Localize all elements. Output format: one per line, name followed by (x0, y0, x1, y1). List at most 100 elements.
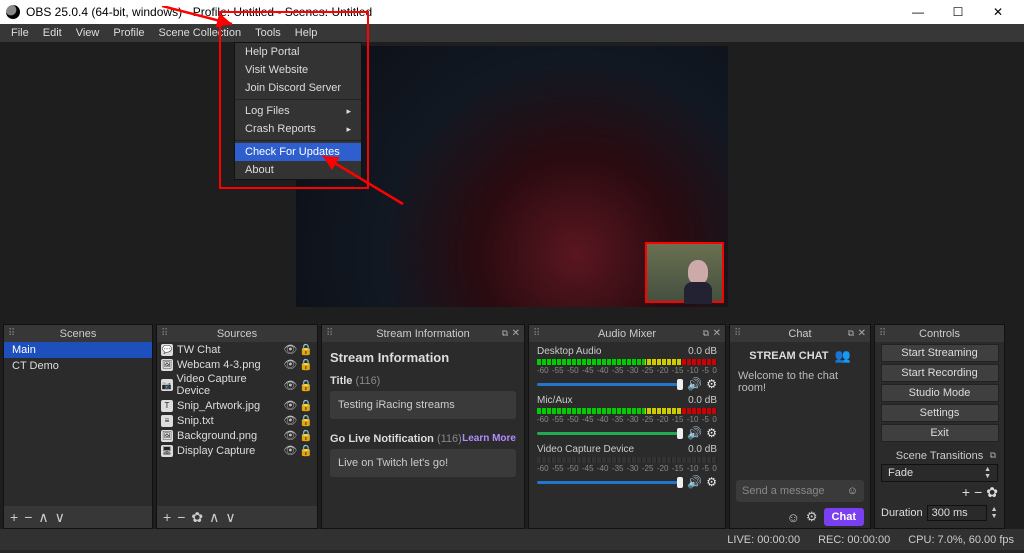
scene-up-button[interactable]: ∧ (38, 509, 48, 526)
exit-button[interactable]: Exit (881, 424, 999, 442)
gear-icon[interactable]: ⚙ (706, 426, 717, 440)
help-menu-log-files[interactable]: Log Files▸ (235, 102, 361, 120)
visibility-icon[interactable]: 👁 (283, 429, 297, 442)
source-row[interactable]: 💬TW Chat👁🔒 (157, 342, 317, 357)
close-icon[interactable]: ✕ (858, 328, 866, 339)
start-recording-button[interactable]: Start Recording (881, 364, 999, 382)
select-spinner[interactable]: ▲▼ (984, 466, 991, 480)
source-row[interactable]: 🖥Display Capture👁🔒 (157, 443, 317, 458)
controls-header[interactable]: ⠿Controls (875, 325, 1004, 342)
chat-body: STREAM CHAT 👥 Welcome to the chat room! … (730, 342, 870, 528)
source-down-button[interactable]: ∨ (225, 509, 235, 526)
emote-button[interactable]: ☺ (787, 510, 800, 525)
chat-send-button[interactable]: Chat (824, 508, 864, 526)
visibility-icon[interactable]: 👁 (283, 399, 297, 412)
speaker-icon[interactable]: 🔊 (687, 475, 702, 489)
visibility-icon[interactable]: 👁 (283, 444, 297, 457)
scene-down-button[interactable]: ∨ (55, 509, 65, 526)
chat-settings-button[interactable]: ⚙ (806, 509, 818, 525)
source-row[interactable]: 🖼Webcam 4-3.png👁🔒 (157, 357, 317, 372)
sources-list[interactable]: 💬TW Chat👁🔒🖼Webcam 4-3.png👁🔒📷Video Captur… (157, 342, 317, 506)
menu-help[interactable]: Help (288, 25, 325, 41)
gear-icon[interactable]: ⚙ (706, 377, 717, 391)
lock-icon[interactable]: 🔒 (299, 444, 313, 457)
source-row[interactable]: 📷Video Capture Device👁🔒 (157, 372, 317, 398)
source-up-button[interactable]: ∧ (209, 509, 219, 526)
volume-slider[interactable] (537, 432, 683, 435)
volume-slider[interactable] (537, 481, 683, 484)
settings-button[interactable]: Settings (881, 404, 999, 422)
source-remove-button[interactable]: − (177, 509, 185, 525)
maximize-button[interactable]: ☐ (938, 0, 978, 24)
source-props-button[interactable]: ✿ (191, 509, 203, 526)
volume-slider[interactable] (537, 383, 683, 386)
lock-icon[interactable]: 🔒 (299, 399, 313, 412)
transition-props-button[interactable]: ✿ (986, 484, 998, 501)
studio-mode-button[interactable]: Studio Mode (881, 384, 999, 402)
visibility-icon[interactable]: 👁 (283, 343, 297, 356)
duration-input[interactable] (927, 505, 987, 521)
help-menu-about[interactable]: About (235, 161, 361, 179)
scenes-list[interactable]: MainCT Demo (4, 342, 152, 506)
scene-add-button[interactable]: + (10, 509, 18, 525)
duration-spinner[interactable]: ▲▼ (991, 506, 998, 520)
learn-more-link[interactable]: Learn More (462, 433, 516, 444)
level-meter (537, 457, 717, 463)
lock-icon[interactable]: 🔒 (299, 429, 313, 442)
lock-icon[interactable]: 🔒 (299, 379, 313, 392)
mixer-header[interactable]: ⠿Audio Mixer ⧉ ✕ (529, 325, 725, 342)
scene-row[interactable]: CT Demo (4, 358, 152, 374)
menu-file[interactable]: File (4, 25, 36, 41)
preview-area[interactable] (0, 42, 1024, 321)
source-row[interactable]: ≡Snip.txt👁🔒 (157, 413, 317, 428)
help-menu-visit-website[interactable]: Visit Website (235, 61, 361, 79)
help-menu-help-portal[interactable]: Help Portal (235, 43, 361, 61)
lock-icon[interactable]: 🔒 (299, 358, 313, 371)
title-field[interactable]: Testing iRacing streams (330, 391, 516, 419)
help-menu-join-discord-server[interactable]: Join Discord Server (235, 79, 361, 97)
menu-scene-collection[interactable]: Scene Collection (152, 25, 249, 41)
scene-remove-button[interactable]: − (24, 509, 32, 525)
lock-icon[interactable]: 🔒 (299, 414, 313, 427)
popout-icon[interactable]: ⧉ (990, 450, 996, 461)
close-button[interactable]: ✕ (978, 0, 1018, 24)
sources-header[interactable]: ⠿Sources (157, 325, 317, 342)
scene-row[interactable]: Main (4, 342, 152, 358)
chat-header[interactable]: ⠿Chat ⧉ ✕ (730, 325, 870, 342)
mixer-channel: Video Capture Device0.0 dB-60-55-50-45-4… (529, 440, 725, 489)
source-add-button[interactable]: + (163, 509, 171, 525)
chat-input[interactable]: Send a message ☺ (736, 480, 864, 502)
visibility-icon[interactable]: 👁 (283, 358, 297, 371)
menu-profile[interactable]: Profile (106, 25, 151, 41)
transition-remove-button[interactable]: − (974, 484, 982, 501)
popout-icon[interactable]: ⧉ (703, 328, 709, 339)
menu-tools[interactable]: Tools (248, 25, 288, 41)
source-label: Webcam 4-3.png (177, 359, 261, 371)
stream-info-header[interactable]: ⠿Stream Information ⧉ ✕ (322, 325, 524, 342)
source-row[interactable]: 🖼Background.png👁🔒 (157, 428, 317, 443)
webcam-overlay[interactable] (645, 242, 724, 303)
speaker-icon[interactable]: 🔊 (687, 426, 702, 440)
help-menu-check-for-updates[interactable]: Check For Updates (235, 143, 361, 161)
gear-icon[interactable]: ⚙ (706, 475, 717, 489)
lock-icon[interactable]: 🔒 (299, 343, 313, 356)
help-menu-crash-reports[interactable]: Crash Reports▸ (235, 120, 361, 138)
start-streaming-button[interactable]: Start Streaming (881, 344, 999, 362)
menu-edit[interactable]: Edit (36, 25, 69, 41)
source-row[interactable]: TSnip_Artwork.jpg👁🔒 (157, 398, 317, 413)
people-icon[interactable]: 👥 (835, 348, 851, 364)
close-icon[interactable]: ✕ (713, 328, 721, 339)
golive-field[interactable]: Live on Twitch let's go! (330, 449, 516, 477)
popout-icon[interactable]: ⧉ (848, 328, 854, 339)
transition-add-button[interactable]: + (962, 484, 970, 501)
menu-view[interactable]: View (69, 25, 107, 41)
close-icon[interactable]: ✕ (512, 328, 520, 339)
visibility-icon[interactable]: 👁 (283, 414, 297, 427)
popout-icon[interactable]: ⧉ (502, 328, 508, 339)
emoji-icon[interactable]: ☺ (847, 485, 858, 497)
scenes-header[interactable]: ⠿Scenes (4, 325, 152, 342)
minimize-button[interactable]: — (898, 0, 938, 24)
speaker-icon[interactable]: 🔊 (687, 377, 702, 391)
transition-select[interactable]: Fade ▲▼ (881, 464, 998, 482)
visibility-icon[interactable]: 👁 (283, 379, 297, 392)
